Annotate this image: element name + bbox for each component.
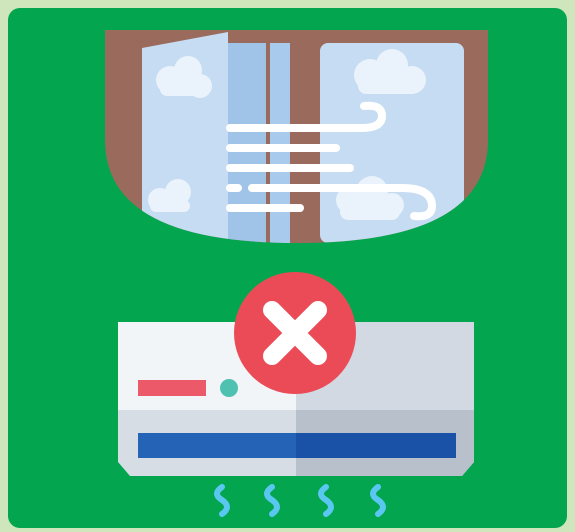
window-pane-middle — [270, 43, 290, 243]
ac-vent-right — [296, 433, 456, 458]
ac-vent-left — [138, 433, 296, 458]
window-icon — [105, 30, 488, 243]
ac-indicator — [138, 380, 206, 396]
ac-led — [220, 379, 238, 397]
window-pane-left-inner — [228, 43, 266, 243]
cold-air-icon — [214, 484, 386, 517]
cross-icon — [234, 272, 356, 394]
illustration — [105, 30, 488, 517]
